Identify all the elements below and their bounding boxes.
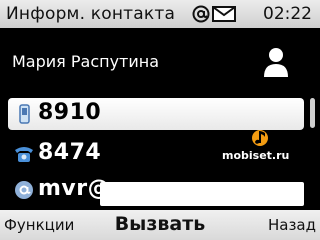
detail-value: 8474 <box>38 140 102 165</box>
at-sign-icon <box>192 5 210 23</box>
contact-header: Мария Распутина <box>0 28 320 98</box>
watermark-logo-icon <box>252 130 268 146</box>
email-icon <box>15 181 33 199</box>
envelope-icon <box>212 6 236 22</box>
status-icons <box>192 5 236 23</box>
status-title: Информ. контакта <box>6 4 176 24</box>
redacted-block <box>100 182 304 206</box>
detail-row-mobile[interactable]: 8910 <box>8 98 304 130</box>
status-bar: Информ. контакта 02:22 <box>0 0 320 28</box>
detail-value: 8910 <box>38 100 102 125</box>
watermark: mobiset.ru <box>222 128 302 168</box>
mobile-phone-icon <box>19 104 30 124</box>
landline-phone-icon <box>15 147 33 162</box>
watermark-text: mobiset.ru <box>222 149 290 162</box>
status-time: 02:22 <box>263 4 312 24</box>
softkey-bar: Функции Вызвать Назад <box>0 210 320 240</box>
scrollbar-thumb[interactable] <box>310 98 315 128</box>
contact-name: Мария Распутина <box>12 52 160 71</box>
back-softkey[interactable]: Назад <box>268 216 316 234</box>
person-icon <box>264 48 288 77</box>
